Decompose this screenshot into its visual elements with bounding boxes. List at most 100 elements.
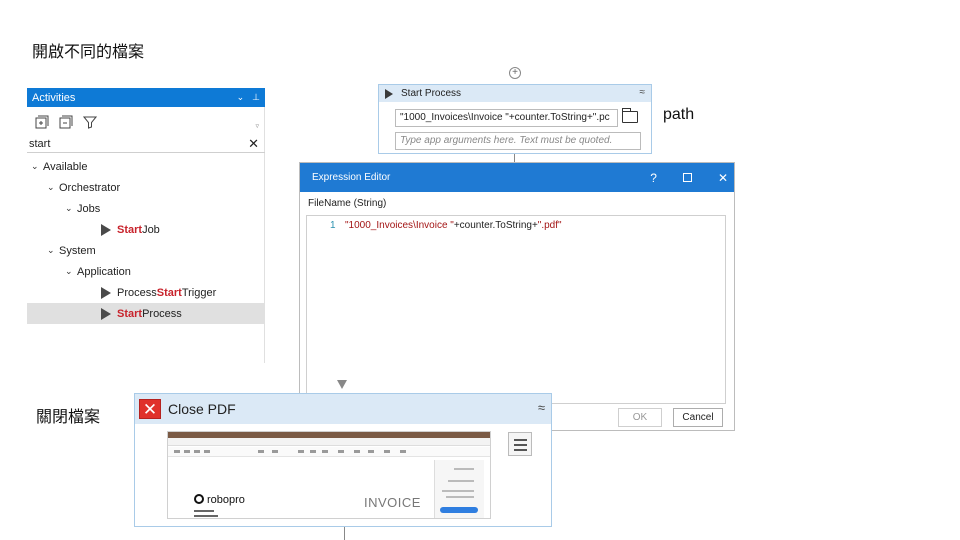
tree-item-system[interactable]: ⌄ System [27, 240, 265, 261]
address-line [194, 515, 218, 517]
code-line[interactable]: "1000_Invoices\Invoice "+counter.ToStrin… [345, 220, 562, 231]
cancel-button[interactable]: Cancel [673, 408, 723, 427]
tree-item-label: Application [77, 265, 131, 278]
tree-item-label: System [59, 244, 96, 257]
invoice-heading: INVOICE [364, 495, 421, 510]
folder-icon[interactable] [622, 108, 638, 123]
help-icon[interactable]: ? [650, 171, 657, 185]
tree-item-jobs[interactable]: ⌄ Jobs [27, 198, 265, 219]
tree-item-start-process[interactable]: Start Process [27, 303, 265, 324]
toolbar-glyph [400, 450, 406, 453]
menu-icon[interactable] [508, 432, 532, 456]
tree-item-label: Trigger [181, 286, 217, 299]
screenshot-toolbar [168, 447, 490, 457]
path-annotation: path [663, 106, 695, 123]
maximize-icon[interactable] [682, 173, 692, 182]
sidepanel-button [440, 507, 478, 513]
toolbar-glyph [298, 450, 304, 453]
activities-search[interactable]: start ✕ [27, 135, 265, 153]
close-pdf-title: Close PDF [168, 401, 236, 417]
scroll-indicator-icon: ▿ [255, 123, 259, 130]
close-icon[interactable]: ✕ [718, 171, 728, 185]
collapse-icon[interactable]: ≈ [640, 87, 646, 98]
chevron-down-icon[interactable]: ⌄ [47, 245, 59, 256]
connector-line [344, 527, 345, 540]
sidepanel-line [442, 490, 474, 492]
add-activity-icon[interactable]: + [509, 67, 521, 79]
activities-toolbar: ▿ [27, 110, 265, 134]
activities-titlebar: Activities ⌄ ⊥ [27, 88, 265, 107]
start-process-activity[interactable]: Start Process ≈ "1000_Invoices\Invoice "… [378, 84, 652, 154]
toolbar-glyph [194, 450, 200, 453]
tree-item-orchestrator[interactable]: ⌄ Orchestrator [27, 177, 265, 198]
logo-icon [194, 494, 204, 504]
play-icon [101, 223, 111, 236]
filter-icon[interactable] [83, 115, 97, 129]
tree-item-application[interactable]: ⌄ Application [27, 261, 265, 282]
expression-label: FileName (String) [308, 198, 387, 209]
tree-item-available[interactable]: ⌄ Available [27, 156, 265, 177]
activities-panel: Activities ⌄ ⊥ ▿ start ✕ ⌄ Available ⌄ O… [27, 88, 265, 363]
collapse-all-icon[interactable] [59, 115, 73, 129]
logo-text: robopro [207, 494, 245, 506]
tree-item-label: Orchestrator [59, 181, 121, 194]
tree-item-highlight: Start [156, 286, 182, 299]
clear-search-icon[interactable]: ✕ [248, 136, 263, 152]
line-number: 1 [330, 220, 336, 231]
indicated-screenshot: robopro INVOICE [167, 431, 491, 519]
toolbar-glyph [174, 450, 180, 453]
heading-close-file: 關閉檔案 [36, 409, 101, 426]
close-pdf-activity[interactable]: ✕ Close PDF ≈ robopro INVOICE [134, 393, 552, 527]
tree-item-start-job[interactable]: Start Job [27, 219, 265, 240]
chevron-down-icon[interactable]: ⌄ [31, 161, 43, 172]
toolbar-glyph [338, 450, 344, 453]
tree-item-highlight: Start [117, 223, 143, 236]
tree-item-label: Job [142, 223, 160, 236]
tree-item-process-start-trigger[interactable]: Process Start Trigger [27, 282, 265, 303]
tree-item-highlight: Start [117, 307, 143, 320]
code-string: "1000_Invoices\Invoice " [345, 220, 454, 231]
close-pdf-icon: ✕ [139, 399, 161, 419]
toolbar-glyph [204, 450, 210, 453]
toolbar-glyph [354, 450, 360, 453]
chevron-down-icon[interactable]: ⌄ [237, 92, 245, 103]
arguments-field[interactable]: Type app arguments here. Text must be qu… [395, 132, 641, 150]
robopro-logo: robopro [194, 494, 245, 506]
sidepanel-line [446, 496, 474, 498]
collapse-icon[interactable]: ≈ [538, 400, 545, 415]
toolbar-glyph [258, 450, 264, 453]
search-input[interactable]: start [29, 138, 50, 150]
tree-item-label: Available [43, 160, 88, 173]
code-expression: +counter.ToString+ [453, 220, 538, 231]
address-line [194, 510, 214, 512]
toolbar-glyph [384, 450, 390, 453]
pin-icon[interactable]: ⊥ [252, 92, 260, 103]
expand-all-icon[interactable] [35, 115, 49, 129]
play-icon [101, 307, 111, 320]
code-string: ".pdf" [537, 220, 562, 231]
sidepanel-line [454, 468, 474, 470]
toolbar-glyph [368, 450, 374, 453]
start-process-title: Start Process [401, 88, 462, 99]
toolbar-glyph [310, 450, 316, 453]
flow-arrow-icon [337, 380, 347, 389]
chevron-down-icon[interactable]: ⌄ [47, 182, 59, 193]
tree-item-label: Process [142, 307, 182, 320]
close-pdf-header[interactable]: ✕ Close PDF ≈ [135, 394, 551, 424]
filename-field[interactable]: "1000_Invoices\Invoice "+counter.ToStrin… [395, 109, 618, 127]
activities-tree: ⌄ Available ⌄ Orchestrator ⌄ Jobs Start … [27, 156, 265, 324]
tree-item-label: Jobs [77, 202, 101, 215]
activities-title: Activities [32, 91, 76, 104]
heading-open-file: 開啟不同的檔案 [32, 44, 145, 61]
ok-button[interactable]: OK [618, 408, 662, 427]
expression-editor-window: Expression Editor ? ✕ FileName (String) … [299, 162, 735, 431]
chevron-down-icon[interactable]: ⌄ [65, 203, 77, 214]
start-process-header[interactable]: Start Process ≈ [379, 85, 651, 102]
play-icon [101, 286, 111, 299]
expression-code-editor[interactable]: 1 "1000_Invoices\Invoice "+counter.ToStr… [306, 215, 726, 404]
expression-editor-titlebar: Expression Editor ? ✕ [300, 163, 734, 192]
toolbar-glyph [184, 450, 190, 453]
expression-editor-title: Expression Editor [312, 172, 391, 183]
sidepanel-line [448, 480, 474, 482]
chevron-down-icon[interactable]: ⌄ [65, 266, 77, 277]
